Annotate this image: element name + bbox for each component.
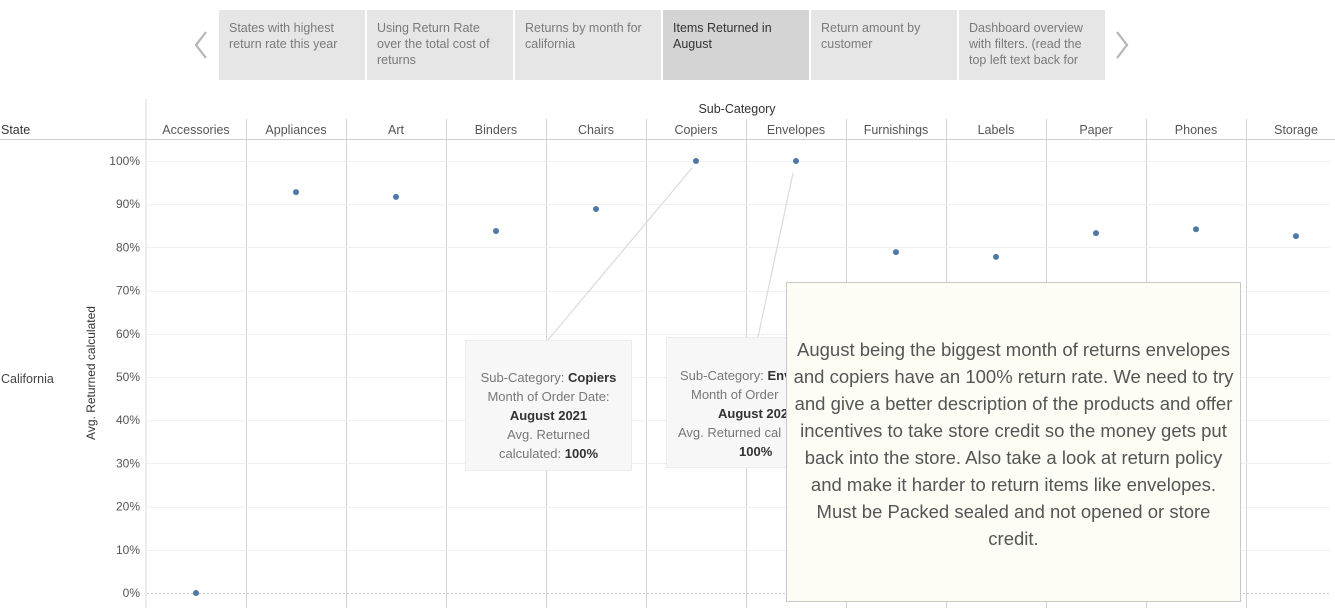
column-header: Sub-Category — [698, 102, 776, 116]
y-tick-label: 20% — [116, 500, 140, 514]
y-axis-title: Avg. Returned calculated — [84, 306, 98, 440]
tooltip-measure-value: 100% — [739, 444, 773, 459]
previous-story-point-button[interactable] — [189, 28, 213, 62]
tooltip-category-value: Copiers — [568, 370, 617, 385]
category-header-envelopes[interactable]: Envelopes — [767, 123, 825, 137]
data-point-copiers[interactable] — [693, 158, 699, 164]
data-point-binders[interactable] — [493, 227, 499, 234]
y-tick-label: 90% — [116, 197, 140, 211]
y-tick-label: 50% — [116, 370, 140, 384]
data-point-phones[interactable] — [1193, 226, 1199, 233]
tooltip-category-label: Sub-Category: — [680, 368, 764, 383]
next-story-point-button[interactable] — [1110, 28, 1134, 62]
category-header-copiers[interactable]: Copiers — [674, 123, 717, 137]
category-header-paper[interactable]: Paper — [1079, 123, 1112, 137]
data-point-paper[interactable] — [1093, 230, 1099, 237]
category-header-furnishings[interactable]: Furnishings — [864, 123, 929, 137]
category-header-labels[interactable]: Labels — [978, 123, 1015, 137]
data-point-accessories[interactable] — [193, 590, 199, 596]
y-tick-label: 70% — [116, 284, 140, 298]
category-header-phones[interactable]: Phones — [1175, 123, 1217, 137]
story-point-4[interactable]: Items Returned in August — [663, 10, 809, 80]
tooltip-measure-label-2: calculated: — [498, 446, 562, 461]
y-tick-label: 60% — [116, 327, 140, 341]
tooltip-category-label: Sub-Category: — [480, 370, 565, 385]
y-tick-label: 0% — [123, 586, 141, 600]
category-header-art[interactable]: Art — [388, 123, 405, 137]
y-tick-label: 40% — [116, 413, 140, 427]
data-point-chairs[interactable] — [593, 205, 599, 212]
category-header-accessories[interactable]: Accessories — [162, 123, 229, 137]
annotation-note: August being the biggest month of return… — [786, 282, 1241, 602]
story-point-2[interactable]: Using Return Rate over the total cost of… — [367, 10, 513, 80]
y-tick-label: 30% — [116, 456, 140, 470]
data-point-labels[interactable] — [993, 253, 999, 260]
tooltip-month-value: August 202 — [718, 406, 789, 421]
y-tick-label: 80% — [116, 240, 140, 254]
chevron-right-icon — [1116, 31, 1129, 59]
story-point-1[interactable]: States with highest return rate this yea… — [219, 10, 365, 80]
y-tick-label: 10% — [116, 543, 140, 557]
data-point-furnishings[interactable] — [893, 249, 899, 256]
chevron-left-icon — [194, 31, 207, 59]
category-header-storage[interactable]: Storage — [1274, 123, 1318, 137]
category-header-chairs[interactable]: Chairs — [578, 123, 614, 137]
story-point-5[interactable]: Return amount by customer — [811, 10, 957, 80]
tooltip-month-value: August 2021 — [509, 408, 588, 423]
story-point-3[interactable]: Returns by month for california — [515, 10, 661, 80]
tooltip-month-label: Month of Order Date: — [487, 389, 610, 404]
row-value-label: California — [1, 372, 54, 386]
y-tick-label: 100% — [109, 154, 140, 168]
tooltip-measure-value: 100% — [564, 446, 599, 461]
category-header-binders[interactable]: Binders — [475, 123, 517, 137]
story-point-6[interactable]: Dashboard overview with filters. (read t… — [959, 10, 1105, 80]
tooltip-leader-line — [547, 167, 693, 341]
data-point-envelopes[interactable] — [793, 158, 799, 164]
tooltip-measure-label: Avg. Returned — [507, 427, 590, 442]
data-point-appliances[interactable] — [293, 189, 299, 196]
copiers-tooltip: Sub-Category: Copiers Month of Order Dat… — [465, 340, 632, 471]
annotation-text: August being the biggest month of return… — [793, 339, 1234, 549]
row-header: State — [1, 123, 30, 137]
data-point-art[interactable] — [393, 193, 399, 200]
story-navigator: States with highest return rate this yea… — [0, 0, 1335, 84]
category-header-appliances[interactable]: Appliances — [265, 123, 326, 137]
data-point-storage[interactable] — [1293, 233, 1299, 240]
